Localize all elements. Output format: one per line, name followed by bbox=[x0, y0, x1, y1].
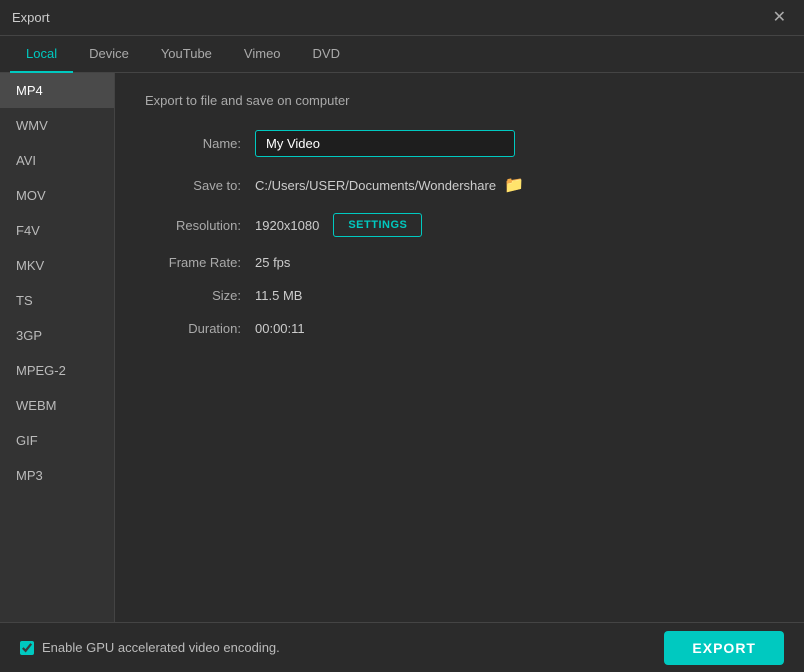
gpu-acceleration-row: Enable GPU accelerated video encoding. bbox=[20, 640, 280, 655]
title-bar: Export ✕ bbox=[0, 0, 804, 36]
sidebar-item-mkv[interactable]: MKV bbox=[0, 248, 114, 283]
sidebar-item-wmv[interactable]: WMV bbox=[0, 108, 114, 143]
window-title: Export bbox=[12, 10, 50, 25]
resolution-row: Resolution: 1920x1080 SETTINGS bbox=[145, 213, 774, 237]
bottom-bar: Enable GPU accelerated video encoding. E… bbox=[0, 622, 804, 672]
name-row: Name: bbox=[145, 130, 774, 157]
main-content: MP4 WMV AVI MOV F4V MKV TS 3GP MPEG-2 WE… bbox=[0, 73, 804, 622]
sidebar-item-f4v[interactable]: F4V bbox=[0, 213, 114, 248]
gpu-label: Enable GPU accelerated video encoding. bbox=[42, 640, 280, 655]
sidebar-item-mp3[interactable]: MP3 bbox=[0, 458, 114, 493]
sidebar-item-gif[interactable]: GIF bbox=[0, 423, 114, 458]
close-button[interactable]: ✕ bbox=[767, 8, 792, 28]
size-label: Size: bbox=[145, 288, 255, 303]
folder-icon[interactable]: 📁 bbox=[504, 175, 524, 195]
panel-subtitle: Export to file and save on computer bbox=[145, 93, 774, 108]
sidebar-item-mov[interactable]: MOV bbox=[0, 178, 114, 213]
resolution-value: 1920x1080 bbox=[255, 218, 319, 233]
name-input[interactable] bbox=[255, 130, 515, 157]
export-button[interactable]: EXPORT bbox=[664, 631, 784, 665]
sidebar-item-avi[interactable]: AVI bbox=[0, 143, 114, 178]
resolution-label: Resolution: bbox=[145, 218, 255, 233]
save-to-label: Save to: bbox=[145, 178, 255, 193]
sidebar-item-3gp[interactable]: 3GP bbox=[0, 318, 114, 353]
size-value: 11.5 MB bbox=[255, 288, 302, 303]
tab-local[interactable]: Local bbox=[10, 36, 73, 73]
tab-vimeo[interactable]: Vimeo bbox=[228, 36, 297, 73]
sidebar-item-mp4[interactable]: MP4 bbox=[0, 73, 114, 108]
gpu-checkbox[interactable] bbox=[20, 641, 34, 655]
tab-youtube[interactable]: YouTube bbox=[145, 36, 228, 73]
save-to-path: C:/Users/USER/Documents/Wondershare bbox=[255, 178, 496, 193]
sidebar-item-mpeg2[interactable]: MPEG-2 bbox=[0, 353, 114, 388]
save-to-content: C:/Users/USER/Documents/Wondershare 📁 bbox=[255, 175, 524, 195]
format-sidebar: MP4 WMV AVI MOV F4V MKV TS 3GP MPEG-2 WE… bbox=[0, 73, 115, 622]
frame-rate-label: Frame Rate: bbox=[145, 255, 255, 270]
sidebar-item-ts[interactable]: TS bbox=[0, 283, 114, 318]
tab-bar: Local Device YouTube Vimeo DVD bbox=[0, 36, 804, 73]
save-to-row: Save to: C:/Users/USER/Documents/Wonders… bbox=[145, 175, 774, 195]
sidebar-item-webm[interactable]: WEBM bbox=[0, 388, 114, 423]
duration-label: Duration: bbox=[145, 321, 255, 336]
resolution-content: 1920x1080 SETTINGS bbox=[255, 213, 422, 237]
tab-device[interactable]: Device bbox=[73, 36, 145, 73]
duration-row: Duration: 00:00:11 bbox=[145, 321, 774, 336]
export-settings-panel: Export to file and save on computer Name… bbox=[115, 73, 804, 622]
duration-value: 00:00:11 bbox=[255, 321, 305, 336]
frame-rate-value: 25 fps bbox=[255, 255, 290, 270]
size-row: Size: 11.5 MB bbox=[145, 288, 774, 303]
settings-button[interactable]: SETTINGS bbox=[333, 213, 422, 237]
tab-dvd[interactable]: DVD bbox=[297, 36, 356, 73]
frame-rate-row: Frame Rate: 25 fps bbox=[145, 255, 774, 270]
name-label: Name: bbox=[145, 136, 255, 151]
